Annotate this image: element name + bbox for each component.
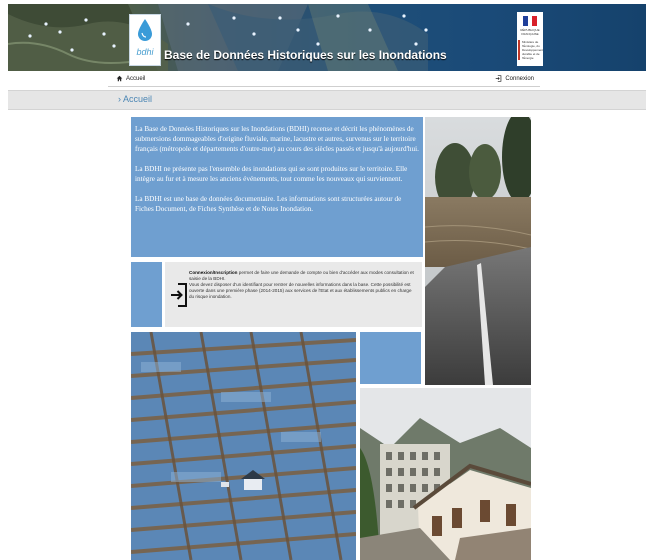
site-title: Base de Données Historiques sur les Inon… bbox=[164, 48, 447, 62]
decorative-blue-square bbox=[360, 332, 421, 384]
connexion-title[interactable]: Connexion/Inscription bbox=[189, 270, 238, 275]
republique-francaise-logo: RÉPUBLIQUE FRANÇAISE Ministère de l'Écol… bbox=[517, 12, 543, 66]
breadcrumb-bar: › Accueil bbox=[8, 90, 646, 110]
login-icon bbox=[171, 283, 187, 307]
header-banner: bdhi Base de Données Historiques sur les… bbox=[8, 4, 646, 71]
decorative-blue-square bbox=[131, 262, 162, 327]
nav-home-label: Accueil bbox=[126, 75, 146, 82]
bdhi-logo[interactable]: bdhi bbox=[129, 14, 161, 66]
french-flag-icon bbox=[523, 16, 538, 26]
connexion-line2: Vous devez disposer d'un identifiant pou… bbox=[189, 282, 412, 299]
flooded-road-photo bbox=[425, 117, 531, 385]
intro-paragraph: La Base de Données Historiques sur les I… bbox=[135, 125, 419, 153]
nav-login-label: Connexion bbox=[505, 75, 534, 82]
intro-paragraph: La BDHI est une base de données document… bbox=[135, 195, 402, 213]
flooded-plain-photo bbox=[131, 332, 356, 560]
chevron-right-icon: › bbox=[118, 94, 121, 104]
nav-home-link[interactable]: Accueil bbox=[116, 75, 145, 82]
intro-text-block: La Base de Données Historiques sur les I… bbox=[131, 117, 423, 257]
connexion-text: Connexion/Inscription permet de faire un… bbox=[189, 270, 417, 300]
republique-text: RÉPUBLIQUE FRANÇAISE bbox=[520, 28, 540, 36]
breadcrumb: › Accueil bbox=[118, 94, 152, 104]
login-icon bbox=[496, 75, 502, 82]
top-navigation: Accueil Connexion bbox=[108, 72, 540, 87]
breadcrumb-current[interactable]: Accueil bbox=[123, 94, 152, 104]
damaged-building-photo bbox=[360, 388, 531, 560]
intro-paragraph: La BDHI ne présente pas l'ensemble des i… bbox=[135, 165, 408, 183]
ministere-text: Ministère de l'Écologie, du Développemen… bbox=[518, 40, 543, 60]
logo-text: bdhi bbox=[136, 47, 154, 57]
water-drop-icon bbox=[138, 19, 152, 41]
home-icon bbox=[116, 75, 123, 82]
connexion-info-box[interactable]: Connexion/Inscription permet de faire un… bbox=[165, 262, 422, 327]
nav-login-link[interactable]: Connexion bbox=[495, 75, 534, 82]
